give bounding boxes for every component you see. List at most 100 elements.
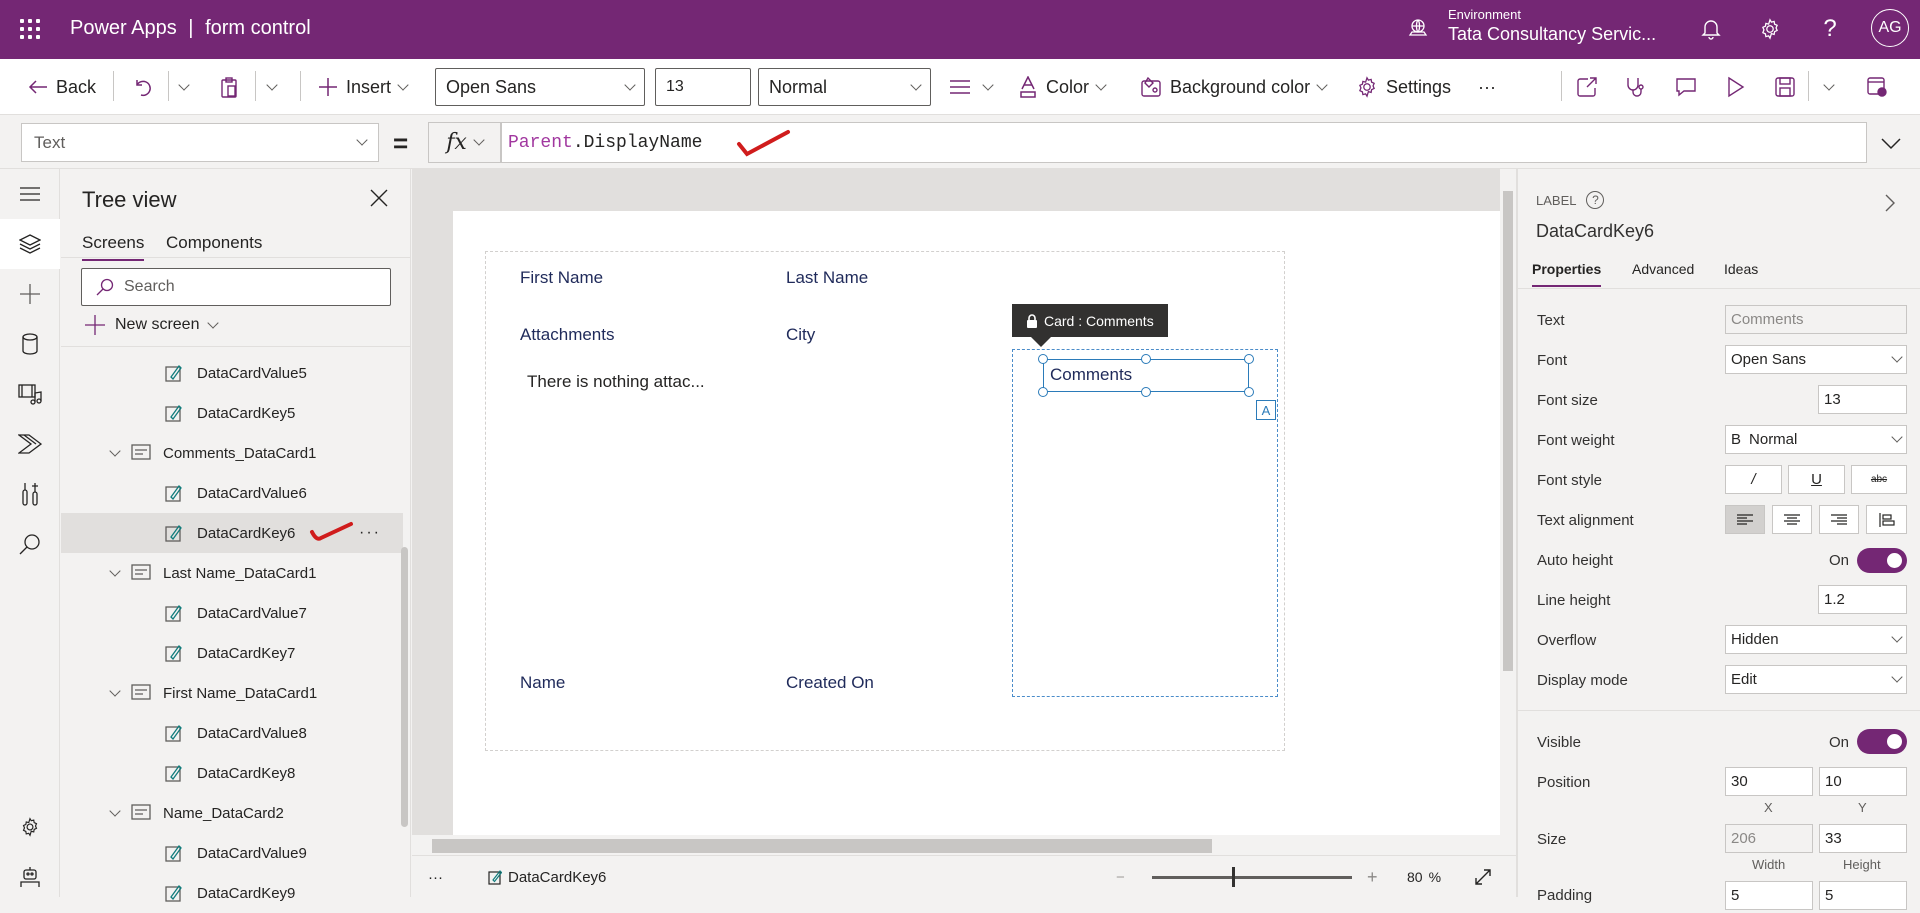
zoom-slider[interactable]	[1152, 876, 1352, 879]
tree-item-control[interactable]: DataCardValue6	[61, 473, 403, 513]
size-width-input[interactable]: 206	[1725, 824, 1813, 853]
rail-copilot[interactable]	[0, 852, 60, 902]
comments-card-selection[interactable]: Comments A	[1012, 349, 1278, 697]
tree-item-control[interactable]: DataCardKey6 ···	[61, 513, 403, 553]
line-height-prop-input[interactable]: 1.2	[1818, 585, 1907, 614]
italic-button[interactable]: /	[1725, 465, 1782, 494]
publish-button[interactable]	[1866, 59, 1888, 115]
resize-handle[interactable]	[1141, 387, 1151, 397]
environment-name[interactable]: Tata Consultancy Servic...	[1448, 24, 1656, 45]
comments-button[interactable]	[1675, 59, 1697, 115]
tree-item-more-button[interactable]: ···	[359, 524, 381, 542]
field-label-last-name[interactable]: Last Name	[786, 268, 868, 288]
position-y-input[interactable]: 10	[1819, 767, 1907, 796]
resize-handle[interactable]	[1244, 354, 1254, 364]
undo-dropdown-button[interactable]	[178, 59, 190, 115]
strikethrough-button[interactable]: abc	[1851, 465, 1907, 494]
rail-media[interactable]	[0, 369, 60, 419]
settings-gear-icon[interactable]	[1755, 14, 1785, 44]
display-mode-prop-select[interactable]: Edit	[1725, 665, 1907, 694]
resize-handle[interactable]	[1038, 354, 1048, 364]
field-label-created-on[interactable]: Created On	[786, 673, 874, 693]
user-avatar[interactable]: AG	[1871, 9, 1909, 47]
app-launcher-icon[interactable]	[20, 19, 40, 39]
underline-button[interactable]: U	[1788, 465, 1845, 494]
size-height-input[interactable]: 33	[1819, 824, 1907, 853]
background-color-button[interactable]: Background color	[1140, 59, 1328, 115]
preview-play-button[interactable]	[1727, 59, 1745, 115]
tree-item-control[interactable]: DataCardKey8	[61, 753, 403, 793]
tab-advanced[interactable]: Advanced	[1632, 261, 1694, 285]
resize-handle[interactable]	[1141, 354, 1151, 364]
back-button[interactable]: Back	[28, 59, 96, 115]
padding-top-input[interactable]: 5	[1725, 881, 1813, 910]
tree-item-card[interactable]: Name_DataCard2	[61, 793, 403, 833]
field-label-city[interactable]: City	[786, 325, 815, 345]
fit-to-window-button[interactable]	[1474, 856, 1492, 898]
edit-form[interactable]: First Name Last Name Attachments City Th…	[485, 251, 1285, 751]
zoom-out-button[interactable]: −	[1116, 856, 1125, 898]
control-name[interactable]: DataCardKey6	[1536, 221, 1654, 242]
tree-item-control[interactable]: DataCardKey7	[61, 633, 403, 673]
rail-search[interactable]	[0, 519, 60, 569]
scrollbar-thumb[interactable]	[1503, 191, 1513, 671]
zoom-in-button[interactable]: +	[1367, 856, 1378, 898]
collapse-panel-button[interactable]	[1883, 193, 1901, 212]
breadcrumb-selected-control[interactable]: DataCardKey6	[488, 856, 606, 898]
expand-chevron-icon[interactable]	[105, 564, 125, 577]
canvas-vertical-scrollbar[interactable]	[1500, 169, 1516, 835]
font-prop-select[interactable]: Open Sans	[1725, 345, 1907, 374]
menu-button[interactable]	[0, 169, 60, 219]
field-label-name[interactable]: Name	[520, 673, 565, 693]
rail-settings[interactable]	[0, 802, 60, 852]
rail-insert[interactable]	[0, 269, 60, 319]
canvas-horizontal-scrollbar[interactable]	[412, 835, 1500, 855]
overflow-prop-select[interactable]: Hidden	[1725, 625, 1907, 654]
zoom-slider-thumb[interactable]	[1232, 867, 1235, 887]
new-screen-button[interactable]: New screen	[85, 315, 220, 335]
expand-formula-button[interactable]	[1878, 130, 1904, 156]
auto-height-toggle[interactable]	[1857, 548, 1907, 573]
tree-item-card[interactable]: Last Name_DataCard1	[61, 553, 403, 593]
more-commands-button[interactable]: ···	[1478, 59, 1496, 115]
padding-bottom-input[interactable]: 5	[1819, 881, 1907, 910]
app-screen[interactable]: First Name Last Name Attachments City Th…	[453, 211, 1500, 835]
tree-search-input[interactable]: Search	[81, 268, 391, 306]
undo-button[interactable]	[132, 59, 152, 115]
font-weight-select[interactable]: Normal	[758, 68, 931, 106]
font-weight-prop-select[interactable]: B Normal	[1725, 425, 1907, 454]
expand-chevron-icon[interactable]	[105, 444, 125, 457]
property-select[interactable]: Text	[21, 123, 379, 162]
tree-item-control[interactable]: DataCardValue8	[61, 713, 403, 753]
resize-handle[interactable]	[1038, 387, 1048, 397]
settings-button[interactable]: Settings	[1356, 59, 1451, 115]
tree-item-control[interactable]: DataCardValue9	[61, 833, 403, 873]
tree-item-control[interactable]: DataCardValue7	[61, 593, 403, 633]
expand-chevron-icon[interactable]	[105, 684, 125, 697]
tree-scrollbar[interactable]	[401, 547, 408, 827]
rail-tree-view[interactable]	[0, 219, 60, 269]
text-align-button[interactable]	[950, 59, 994, 115]
rail-advanced-tools[interactable]	[0, 469, 60, 519]
save-dropdown-button[interactable]	[1823, 59, 1835, 115]
tree-item-card[interactable]: First Name_DataCard1	[61, 673, 403, 713]
scrollbar-thumb[interactable]	[432, 839, 1212, 853]
tab-properties[interactable]: Properties	[1532, 261, 1602, 287]
text-control-badge[interactable]: A	[1256, 400, 1276, 420]
share-button[interactable]	[1576, 59, 1598, 115]
tree-item-control[interactable]: DataCardKey5	[61, 393, 403, 433]
paste-button[interactable]	[220, 59, 238, 115]
rail-data[interactable]	[0, 319, 60, 369]
formula-input[interactable]: Parent .DisplayName	[501, 122, 1867, 163]
help-icon[interactable]: ?	[1815, 14, 1845, 44]
rail-power-automate[interactable]	[0, 419, 60, 469]
color-button[interactable]: Color	[1018, 59, 1107, 115]
save-button[interactable]	[1775, 59, 1795, 115]
align-justify-button[interactable]	[1866, 505, 1907, 534]
tree-item-control[interactable]: DataCardValue5	[61, 353, 403, 393]
align-right-button[interactable]	[1819, 505, 1859, 534]
visible-toggle[interactable]	[1857, 729, 1907, 754]
font-size-prop-input[interactable]: 13	[1818, 385, 1907, 414]
paste-dropdown-button[interactable]	[266, 59, 278, 115]
tab-components[interactable]: Components	[166, 233, 262, 259]
